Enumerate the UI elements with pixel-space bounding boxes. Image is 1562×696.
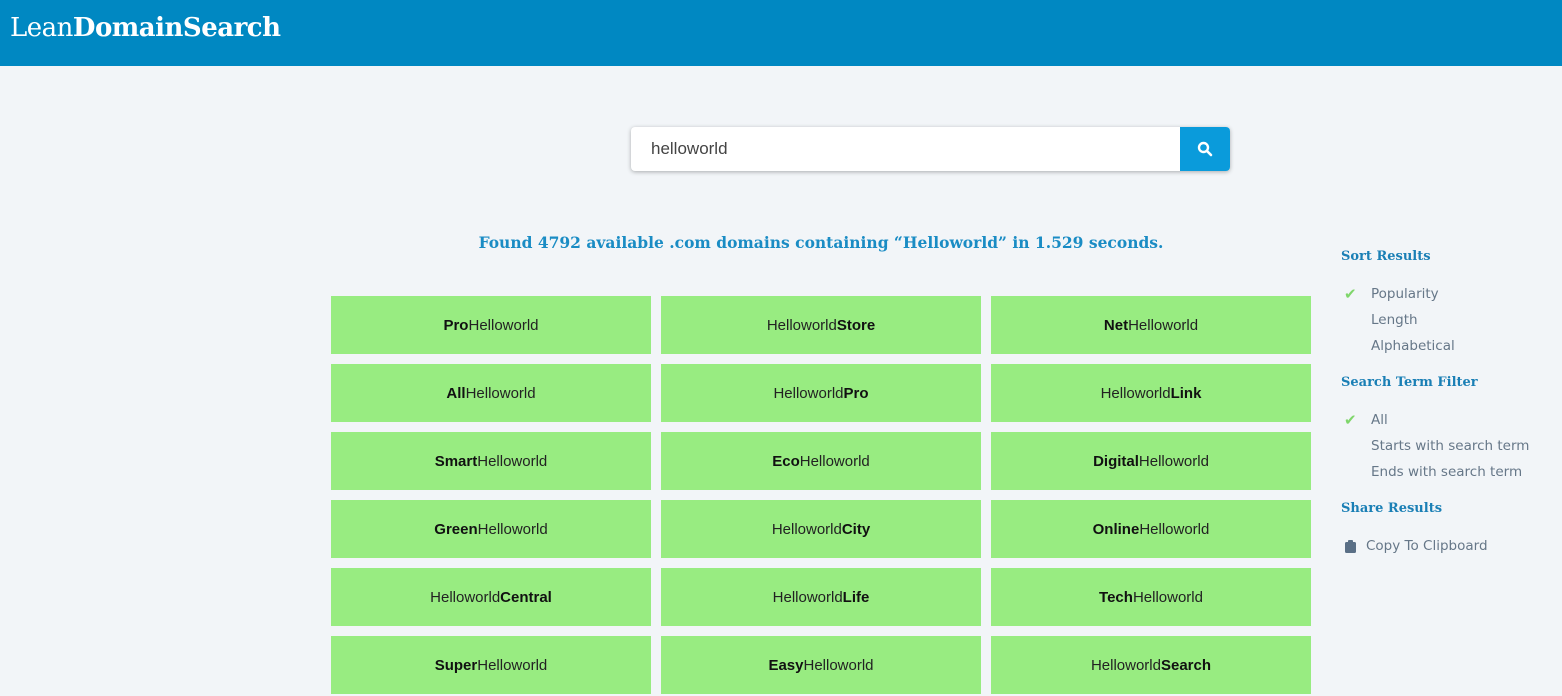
share-results-title: Share Results xyxy=(1341,501,1443,516)
share-options: Copy To Clipboard xyxy=(1341,533,1551,559)
domain-result[interactable]: Digital Helloworld xyxy=(991,432,1311,490)
domain-affix: City xyxy=(841,520,871,538)
logo-light: Lean xyxy=(10,13,73,43)
filter-option-label: All xyxy=(1371,412,1388,428)
domain-term: Helloworld xyxy=(477,656,548,674)
clipboard-icon xyxy=(1345,540,1356,553)
domain-result[interactable]: Helloworld Central xyxy=(331,568,651,626)
domain-affix: Store xyxy=(836,316,876,334)
search-input[interactable] xyxy=(631,127,1179,171)
domain-affix: Smart xyxy=(434,452,478,470)
sort-option[interactable]: Alphabetical xyxy=(1341,333,1551,359)
domain-affix: Green xyxy=(434,520,478,538)
domain-affix: Digital xyxy=(1093,452,1139,470)
domain-affix: Link xyxy=(1170,384,1202,402)
domain-affix: Easy xyxy=(768,656,804,674)
domain-affix: Search xyxy=(1160,656,1212,674)
domain-result[interactable]: Green Helloworld xyxy=(331,500,651,558)
filter-options: ✔ All Starts with search term Ends with sea… xyxy=(1341,407,1551,485)
domain-result[interactable]: Online Helloworld xyxy=(991,500,1311,558)
sort-results-title: Sort Results xyxy=(1341,249,1431,264)
filter-option[interactable]: Ends with search term xyxy=(1341,459,1551,485)
domain-result[interactable]: Helloworld City xyxy=(661,500,981,558)
domain-affix: Online xyxy=(1092,520,1140,538)
sort-option-label: Length xyxy=(1371,312,1418,328)
filter-option[interactable]: Starts with search term xyxy=(1341,433,1551,459)
domain-result[interactable]: Helloworld Search xyxy=(991,636,1311,694)
logo[interactable]: LeanDomainSearch xyxy=(10,13,281,43)
domain-result[interactable]: Net Helloworld xyxy=(991,296,1311,354)
search-box xyxy=(631,127,1230,171)
sidebar: Sort Results ✔ Popularity Length Alphabetic… xyxy=(1341,249,1551,575)
domain-affix: Super xyxy=(434,656,478,674)
search-button[interactable] xyxy=(1180,127,1230,171)
search-icon xyxy=(1197,141,1213,157)
top-bar: LeanDomainSearch xyxy=(0,0,1562,66)
domain-result[interactable]: Helloworld Pro xyxy=(661,364,981,422)
domain-result[interactable]: All Helloworld xyxy=(331,364,651,422)
domain-affix: Life xyxy=(842,588,870,606)
domain-term: Helloworld xyxy=(468,316,539,334)
logo-bold: DomainSearch xyxy=(72,13,281,43)
domain-term: Helloworld xyxy=(799,452,870,470)
checkmark-icon: ✔ xyxy=(1344,411,1357,429)
domain-affix: Net xyxy=(1103,316,1129,334)
filter-option-label: Starts with search term xyxy=(1371,438,1530,454)
search-term-filter-title: Search Term Filter xyxy=(1341,375,1478,390)
domain-result[interactable]: Helloworld Link xyxy=(991,364,1311,422)
domain-result[interactable]: Helloworld Store xyxy=(661,296,981,354)
domain-affix: Pro xyxy=(443,316,469,334)
filter-option-label: Ends with search term xyxy=(1371,464,1523,480)
domain-term: Helloworld xyxy=(1100,384,1171,402)
checkmark-icon: ✔ xyxy=(1344,285,1357,303)
domain-result[interactable]: Eco Helloworld xyxy=(661,432,981,490)
domain-term: Helloworld xyxy=(772,588,843,606)
domain-result[interactable]: Helloworld Life xyxy=(661,568,981,626)
domain-term: Helloworld xyxy=(477,520,548,538)
domain-term: Helloworld xyxy=(1090,656,1161,674)
domain-affix: Central xyxy=(500,588,552,606)
domain-affix: Eco xyxy=(772,452,800,470)
domain-result[interactable]: Tech Helloworld xyxy=(991,568,1311,626)
domain-affix: Tech xyxy=(1099,588,1133,606)
domain-affix: Pro xyxy=(843,384,869,402)
domain-term: Helloworld xyxy=(1139,520,1210,538)
domain-term: Helloworld xyxy=(803,656,874,674)
sort-option[interactable]: ✔ Popularity xyxy=(1341,281,1551,307)
sort-options: ✔ Popularity Length Alphabetical xyxy=(1341,281,1551,359)
domain-term: Helloworld xyxy=(477,452,548,470)
filter-option[interactable]: ✔ All xyxy=(1341,407,1551,433)
domain-term: Helloworld xyxy=(1138,452,1209,470)
domain-result[interactable]: Super Helloworld xyxy=(331,636,651,694)
domain-term: Helloworld xyxy=(773,384,844,402)
domain-term: Helloworld xyxy=(430,588,501,606)
results-grid: Pro Helloworld Helloworld Store Net Helloworl… xyxy=(331,296,1311,694)
sort-option[interactable]: Length xyxy=(1341,307,1551,333)
domain-term: Helloworld xyxy=(766,316,837,334)
results-summary: Found 4792 available .com domains contai… xyxy=(478,233,1164,252)
copy-to-clipboard-label: Copy To Clipboard xyxy=(1366,538,1488,554)
sort-option-label: Alphabetical xyxy=(1371,338,1455,354)
domain-result[interactable]: Easy Helloworld xyxy=(661,636,981,694)
domain-term: Helloworld xyxy=(1132,588,1203,606)
domain-term: Helloworld xyxy=(771,520,842,538)
domain-term: Helloworld xyxy=(1128,316,1199,334)
copy-to-clipboard-button[interactable]: Copy To Clipboard xyxy=(1341,533,1551,559)
sort-option-label: Popularity xyxy=(1371,286,1439,302)
domain-term: Helloworld xyxy=(465,384,536,402)
domain-result[interactable]: Pro Helloworld xyxy=(331,296,651,354)
domain-affix: All xyxy=(446,384,466,402)
domain-result[interactable]: Smart Helloworld xyxy=(331,432,651,490)
